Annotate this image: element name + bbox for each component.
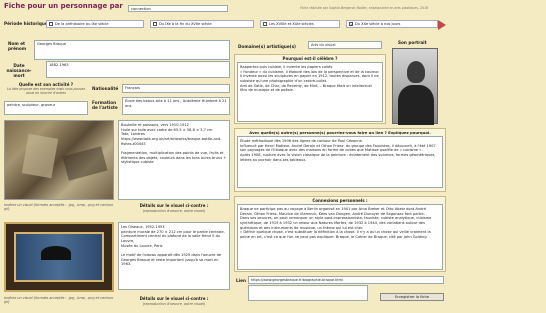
artwork-shape bbox=[21, 133, 59, 179]
why-famous-title: Pourquoi est-il célèbre ? bbox=[282, 56, 338, 61]
period-checkbox-1[interactable] bbox=[49, 22, 53, 26]
image-caption-1: Insérez un visuel (formats acceptés : .j… bbox=[4, 203, 114, 212]
domain-label: Domaine(s) artistique(s) bbox=[238, 44, 296, 49]
period-option-label: Du XXe siècle à nos jours bbox=[355, 22, 401, 26]
period-option-2[interactable]: Du IXe à la fin du XVIIe siècle bbox=[150, 20, 254, 28]
period-option-4[interactable]: Du XXe siècle à nos jours bbox=[346, 20, 438, 28]
period-option-1[interactable]: De la préhistoire au IXe siècle bbox=[46, 20, 144, 28]
nationality-field[interactable]: Français bbox=[122, 84, 230, 93]
dates-field[interactable]: 1882-1963 bbox=[46, 61, 230, 78]
work2-details-hint: (reproduction d'oeuvre, autre visuel) bbox=[142, 302, 206, 306]
timeline-arrow-icon bbox=[438, 20, 446, 30]
author-field[interactable]: connection bbox=[128, 5, 228, 12]
period-option-label: Les XVIIIe et XIXe siècles bbox=[269, 22, 314, 26]
page-title: Fiche pour un personnage par bbox=[4, 2, 123, 10]
work2-details-field[interactable]: Les Oiseaux, 1952-1953 peinture murale d… bbox=[118, 222, 230, 290]
period-checkbox-3[interactable] bbox=[263, 22, 267, 26]
period-label: Période historique : bbox=[4, 21, 51, 26]
works-link-field[interactable]: Étude méthodique dès 1906 des lignes de … bbox=[237, 136, 443, 188]
url-label: Lien bbox=[236, 278, 246, 283]
training-label: Formation de l'artiste bbox=[92, 100, 118, 111]
name-label: Nom et prénom bbox=[8, 41, 27, 52]
connections-panel: Connexions personnels : Braque ne partic… bbox=[234, 196, 446, 272]
artwork-image-1[interactable] bbox=[4, 120, 114, 200]
credits-text: Fiche réalisée par Sophie-Bergeron Rodie… bbox=[300, 6, 429, 10]
nationality-label: Nationalité bbox=[92, 86, 119, 91]
dates-label: Date naissance-mort bbox=[6, 63, 32, 79]
period-option-label: Du IXe à la fin du XVIIe siècle bbox=[159, 22, 212, 26]
work1-details-hint: (reproduction d'oeuvre, autre visuel) bbox=[142, 209, 206, 213]
why-famous-panel: Pourquoi est-il célèbre ? Rapportez puis… bbox=[234, 54, 386, 124]
save-sheet-button[interactable]: Enregistrer la fiche bbox=[380, 293, 444, 301]
portrait-head bbox=[407, 61, 425, 83]
training-field[interactable]: École des beaux-arts à 11 ans ; Académie… bbox=[122, 97, 230, 115]
period-option-label: De la préhistoire au IXe siècle bbox=[55, 22, 109, 26]
work1-details-field[interactable]: Bouteille et poissons, vers 1910-1912 Hu… bbox=[118, 120, 230, 200]
connections-field[interactable]: Braque ne participe pas au voyage à Berl… bbox=[237, 204, 443, 270]
image-caption-2: Insérez un visuel (formats acceptés : .j… bbox=[4, 296, 114, 305]
url-extra-field[interactable] bbox=[248, 285, 368, 301]
period-option-3[interactable]: Les XVIIIe et XIXe siècles bbox=[260, 20, 340, 28]
works-link-title: Avec quelle(s) autre(s) personne(s) pour… bbox=[249, 130, 431, 135]
name-field[interactable]: Georges Braque bbox=[34, 40, 230, 60]
period-checkbox-4[interactable] bbox=[349, 22, 353, 26]
artwork-image-2[interactable] bbox=[4, 222, 114, 292]
artwork-shape bbox=[62, 146, 108, 181]
period-checkbox-2[interactable] bbox=[153, 22, 157, 26]
work1-details-title: Détails sur le visuel ci-contre : bbox=[139, 203, 209, 208]
portrait-label: Son portrait bbox=[398, 40, 427, 45]
activity-field[interactable]: peintre, sculpteur, graveur bbox=[4, 101, 88, 115]
works-link-panel: Avec quelle(s) autre(s) personne(s) pour… bbox=[234, 128, 446, 192]
activity-hint: La liste propose des exemples mais vous … bbox=[6, 87, 86, 95]
work2-details-title: Détails sur le visuel ci-contre : bbox=[139, 296, 209, 301]
why-famous-field[interactable]: Rapportez puis cubiste, il invente les p… bbox=[237, 62, 383, 122]
portrait-body bbox=[398, 85, 434, 125]
artwork-shape bbox=[41, 246, 71, 260]
portrait-image[interactable] bbox=[392, 48, 438, 125]
url-field[interactable]: https://www.georgesbraque.fr/biographie-… bbox=[248, 276, 444, 284]
domain-field[interactable]: Arts du visuel bbox=[308, 41, 382, 49]
connections-title: Connexions personnels : bbox=[312, 198, 368, 203]
